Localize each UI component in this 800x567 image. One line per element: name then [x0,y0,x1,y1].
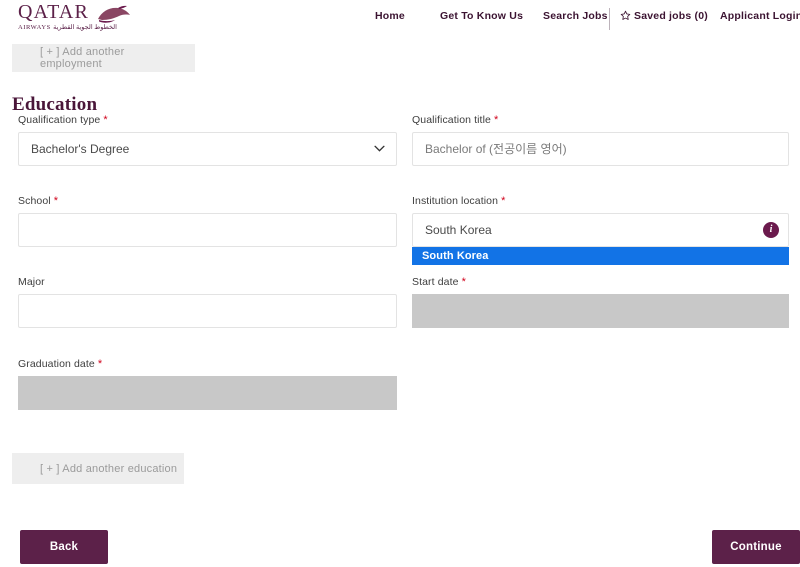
qualification-title-input[interactable] [412,132,789,166]
field-qualification-title: Qualification title * [412,114,789,166]
label-major: Major [18,276,45,288]
school-input[interactable] [18,213,397,247]
institution-location-input[interactable] [412,213,789,247]
field-qualification-type: Qualification type * Bachelor's Degree [18,114,397,166]
add-another-employment-button[interactable]: [ + ] Add another employment [12,44,195,72]
label-institution-location: Institution location * [412,195,506,207]
start-date-picker[interactable] [412,294,789,328]
qualification-type-select[interactable]: Bachelor's Degree [18,132,397,166]
page-title: Education [12,93,98,115]
field-graduation-date: Graduation date * [18,358,397,410]
label-graduation-date: Graduation date * [18,358,103,370]
field-institution-location: Institution location * i South Korea [412,195,789,265]
major-input[interactable] [18,294,397,328]
qualification-type-select-wrap: Bachelor's Degree [18,132,397,166]
continue-button[interactable]: Continue [712,530,800,564]
institution-location-wrap: i South Korea [412,213,789,265]
nav-saved-jobs-label: Saved jobs (0) [634,10,708,22]
info-icon[interactable]: i [763,222,779,238]
institution-location-suggestions: South Korea [412,247,789,265]
application-form-page: QATAR AIRWAYS الخطوط الجوية القطرية Home… [0,0,800,567]
add-another-education-button[interactable]: [ + ] Add another education [12,453,184,484]
main-navigation: Home Get To Know Us Search Jobs Saved jo… [375,8,800,30]
star-icon [620,10,631,20]
label-qualification-title: Qualification title * [412,114,499,126]
nav-home[interactable]: Home [375,10,405,22]
qatar-airways-logo[interactable]: QATAR AIRWAYS الخطوط الجوية القطرية [18,2,136,36]
nav-saved-jobs[interactable]: Saved jobs (0) [620,10,708,22]
graduation-date-picker[interactable] [18,376,397,410]
suggestion-item[interactable]: South Korea [412,247,789,265]
label-start-date: Start date * [412,276,466,288]
field-start-date: Start date * [412,276,789,328]
nav-search-jobs[interactable]: Search Jobs [543,10,608,22]
label-school: School * [18,195,59,207]
nav-get-to-know-us[interactable]: Get To Know Us [440,10,523,22]
nav-applicant-login[interactable]: Applicant Login [720,10,800,22]
field-school: School * [18,195,397,247]
back-button[interactable]: Back [20,530,108,564]
oryx-logo-icon [98,5,130,23]
nav-divider [609,8,610,30]
field-major: Major [18,276,397,328]
site-header: QATAR AIRWAYS الخطوط الجوية القطرية Home… [0,0,800,36]
label-qualification-type: Qualification type * [18,114,108,126]
